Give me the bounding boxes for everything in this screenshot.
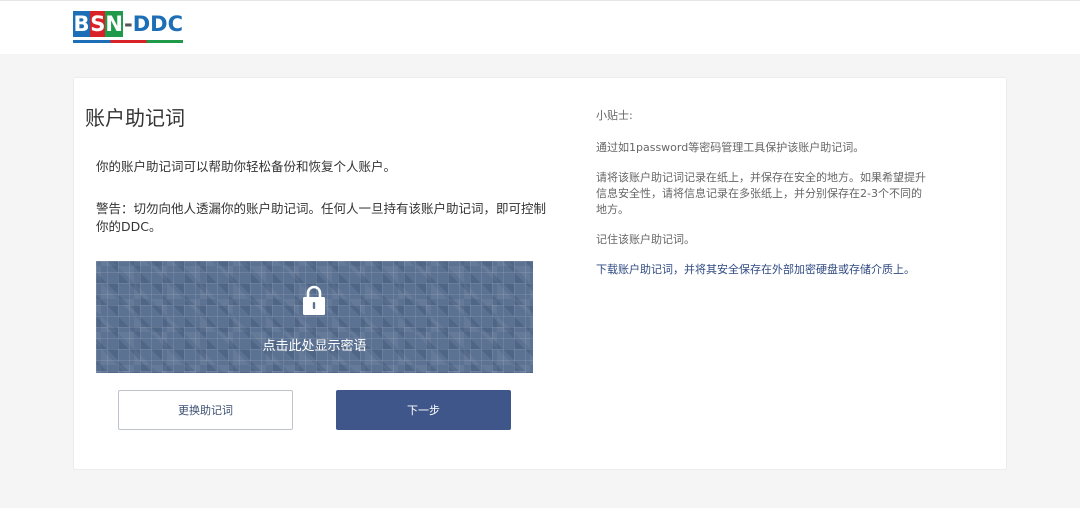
bsn-ddc-logo[interactable]: B S N - DDC (73, 11, 183, 47)
mnemonic-description: 你的账户助记词可以帮助你轻松备份和恢复个人账户。 (96, 159, 397, 174)
reveal-mnemonic-panel[interactable]: 点击此处显示密语 (96, 261, 533, 373)
logo-text-ddc: - DDC (123, 11, 183, 37)
tips-title: 小贴士: (596, 109, 633, 122)
tip-item: 请将该账户助记词记录在纸上，并保存在安全的地方。如果希望提升信息安全性，请将信息… (596, 171, 926, 216)
logo-ddc: DDC (132, 12, 183, 36)
logo-underline (73, 40, 183, 43)
lock-icon (303, 285, 325, 315)
tip-item: 记住该账户助记词。 (596, 233, 695, 246)
logo-letter-b: B (73, 11, 91, 37)
reveal-mnemonic-label: 点击此处显示密语 (262, 339, 367, 354)
logo-letter-s: S (90, 11, 106, 37)
download-mnemonic-link[interactable]: 下载账户助记词，并将其安全保存在外部加密硬盘或存储介质上。 (596, 262, 926, 278)
top-header: B S N - DDC (0, 0, 1080, 54)
tips-panel: 小贴士: 通过如1password等密码管理工具保护该账户助记词。 请将该账户助… (596, 108, 926, 292)
mnemonic-card: 账户助记词 你的账户助记词可以帮助你轻松备份和恢复个人账户。 警告：切勿向他人透… (73, 77, 1007, 470)
security-warning: 警告：切勿向他人透漏你的账户助记词。任何人一旦持有该账户助记词，即可控制你的DD… (96, 201, 547, 234)
change-mnemonic-button[interactable]: 更换助记词 (118, 390, 293, 430)
logo-letter-n: N (105, 11, 123, 37)
page-title: 账户助记词 (85, 106, 185, 130)
tip-item: 通过如1password等密码管理工具保护该账户助记词。 (596, 141, 865, 154)
logo-letters: B S N - DDC (73, 11, 183, 37)
next-step-button[interactable]: 下一步 (336, 390, 511, 430)
logo-dash: - (124, 12, 133, 36)
